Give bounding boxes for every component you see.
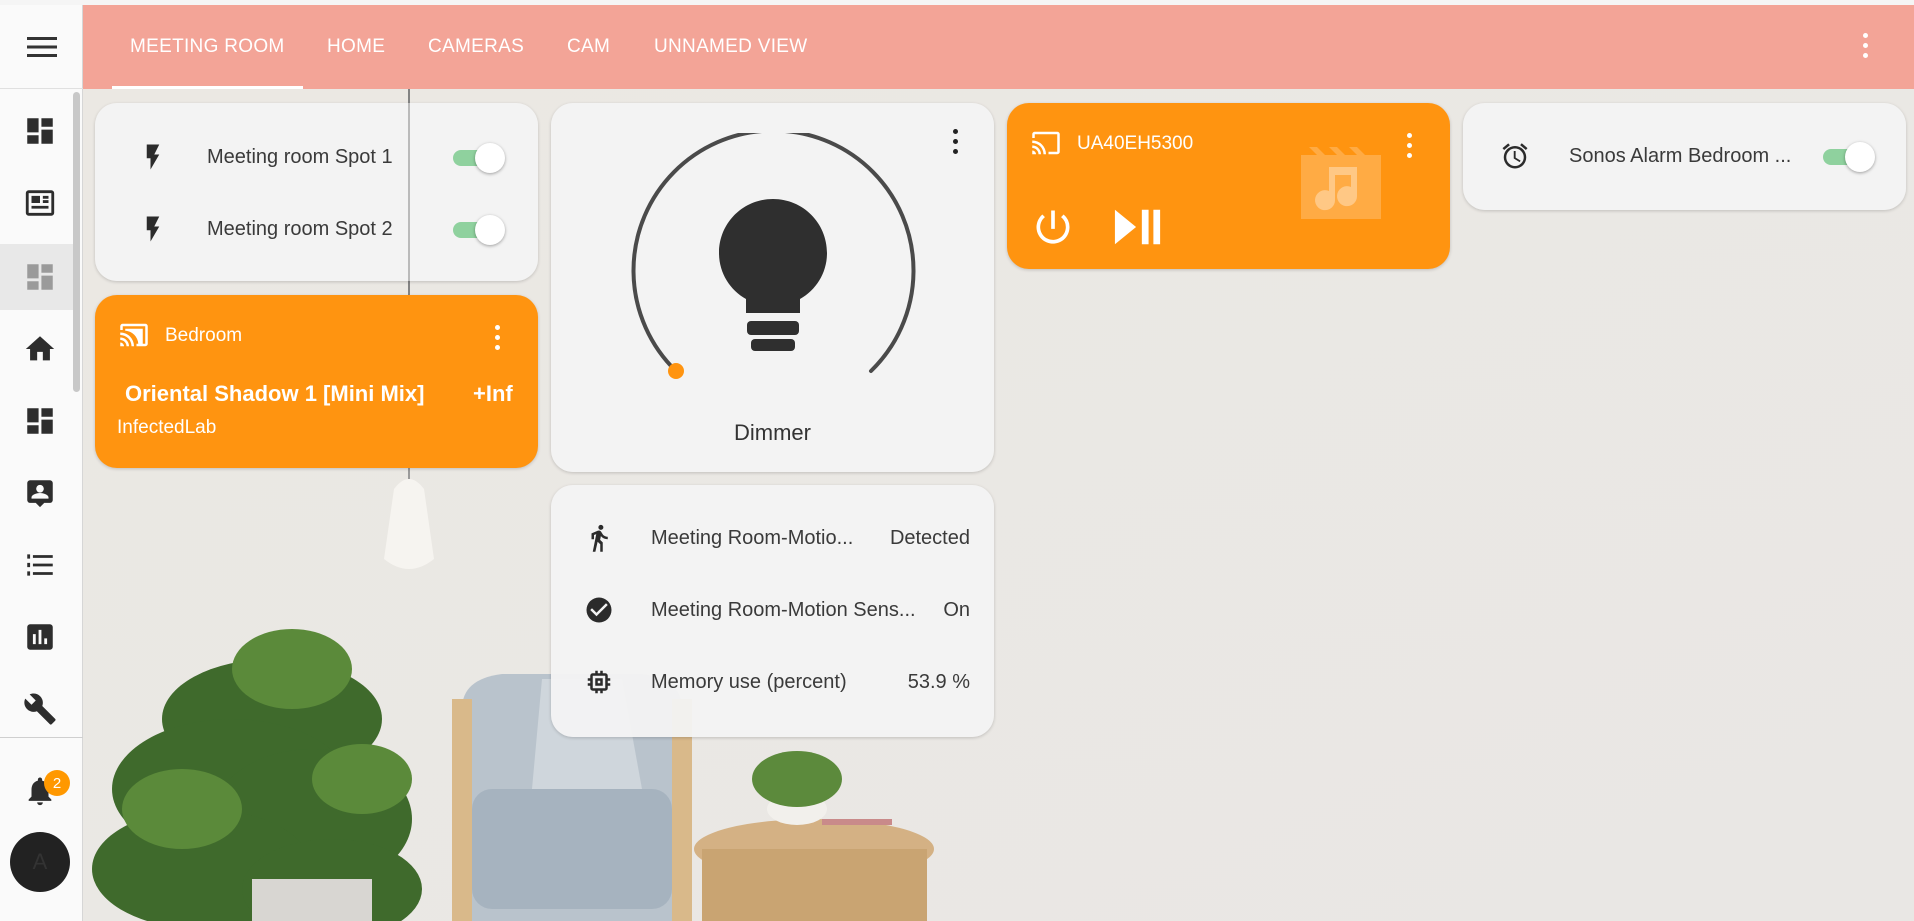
wrench-icon [24, 693, 56, 725]
entity-name: Meeting room Spot 2 [207, 217, 393, 240]
check-circle-icon [586, 597, 612, 623]
entity-name: Sonos Alarm Bedroom ... [1569, 144, 1792, 167]
brightness-handle[interactable] [668, 363, 684, 379]
entity-row-motion[interactable]: Meeting Room-Motio... Detected [551, 510, 994, 566]
entity-state: On [943, 598, 970, 621]
home-icon [25, 336, 55, 361]
walk-icon [591, 524, 608, 552]
tab-meeting-room[interactable]: MEETING ROOM [112, 5, 303, 89]
media-track-title: Oriental Shadow 1 [Mini Mix] [125, 381, 425, 406]
lightbulb-icon[interactable] [719, 199, 827, 355]
bedroom-media-player-card[interactable]: Bedroom Oriental Shadow 1 [Mini Mix] +In… [95, 295, 538, 468]
play-pause-icon[interactable] [1113, 205, 1163, 249]
spots-entities-card: Meeting room Spot 1 Meeting room Spot 2 [95, 103, 538, 281]
chart-icon [27, 624, 53, 650]
sidebar-divider [0, 737, 83, 738]
alarm-entities-card: Sonos Alarm Bedroom ... [1463, 103, 1906, 210]
chip-icon [587, 670, 611, 694]
tv-media-more-button[interactable] [1404, 133, 1414, 163]
menu-icon [26, 36, 57, 57]
sidebar-menu-button[interactable] [0, 5, 83, 89]
sidebar-item-history[interactable] [0, 604, 80, 670]
view-column-divider [408, 89, 410, 295]
tv-media-player-card[interactable]: UA40EH5300 [1007, 103, 1450, 269]
sidebar-item-home[interactable] [0, 316, 80, 382]
cast-icon [1032, 131, 1060, 155]
notifications-button[interactable] [0, 758, 80, 824]
tab-cam[interactable]: CAM [567, 5, 610, 89]
dimmer-label: Dimmer [734, 420, 811, 445]
flash-icon [146, 144, 160, 170]
entity-name: Meeting room Spot 1 [207, 145, 393, 168]
entity-row-spot-2[interactable]: Meeting room Spot 2 [95, 201, 538, 257]
tab-home[interactable]: HOME [327, 5, 385, 89]
spot-1-toggle[interactable] [451, 143, 505, 173]
notification-count-badge: 2 [44, 770, 70, 796]
dimmer-light-card: Dimmer [551, 103, 994, 472]
newspaper-icon [25, 190, 55, 216]
dashboard-icon [27, 264, 53, 290]
user-avatar[interactable]: A [10, 832, 70, 892]
spot-2-toggle[interactable] [451, 215, 505, 245]
dashboard-icon [27, 118, 53, 144]
sidebar-item-account[interactable] [0, 460, 80, 526]
power-icon[interactable] [1031, 205, 1075, 249]
sonos-alarm-toggle[interactable] [1821, 142, 1875, 172]
header-more-menu-button[interactable] [1860, 33, 1870, 63]
sidebar: 2 A [0, 0, 83, 921]
dimmer-more-button[interactable] [950, 129, 960, 159]
sidebar-item-dashboard-2[interactable] [0, 388, 80, 454]
tab-cameras[interactable]: CAMERAS [428, 5, 524, 89]
media-track-title-overflow: +Inf [473, 381, 513, 406]
entity-row-memory[interactable]: Memory use (percent) 53.9 % [551, 654, 994, 710]
alarm-icon [1502, 143, 1528, 169]
entity-name: Memory use (percent) [651, 670, 847, 693]
tab-unnamed-view[interactable]: UNNAMED VIEW [654, 5, 808, 89]
movie-music-placeholder-icon [1301, 147, 1381, 219]
window-top-edge [0, 0, 1914, 5]
list-icon [27, 554, 53, 576]
entity-row-motion-sensor[interactable]: Meeting Room-Motion Sens... On [551, 582, 994, 638]
flash-icon [146, 216, 160, 242]
entity-name: Meeting Room-Motio... [651, 526, 854, 549]
sidebar-scrollbar[interactable] [73, 92, 80, 392]
media-player-name: Bedroom [165, 325, 243, 346]
sidebar-item-newspaper[interactable] [0, 170, 80, 236]
media-player-name: UA40EH5300 [1077, 133, 1194, 154]
entity-state: 53.9 % [907, 670, 970, 693]
bedroom-media-more-button[interactable] [492, 325, 502, 355]
entity-row-spot-1[interactable]: Meeting room Spot 1 [95, 129, 538, 185]
sidebar-item-dashboard-active[interactable] [0, 244, 80, 310]
media-artist: InfectedLab [117, 417, 217, 438]
entity-state: Detected [889, 526, 970, 549]
sensors-entities-card: Meeting Room-Motio... Detected Meeting R… [551, 485, 994, 737]
entity-row-sonos-alarm[interactable]: Sonos Alarm Bedroom ... [1463, 128, 1906, 184]
cast-connected-icon [120, 323, 148, 347]
sidebar-item-logbook[interactable] [0, 532, 80, 598]
sidebar-item-developer-tools[interactable] [0, 676, 80, 742]
sidebar-item-dashboard-1[interactable] [0, 98, 80, 164]
account-box-icon [27, 480, 53, 508]
dashboard-icon [27, 408, 53, 434]
entity-name: Meeting Room-Motion Sens... [651, 598, 916, 621]
top-app-bar: MEETING ROOM HOME CAMERAS CAM UNNAMED VI… [83, 5, 1914, 89]
